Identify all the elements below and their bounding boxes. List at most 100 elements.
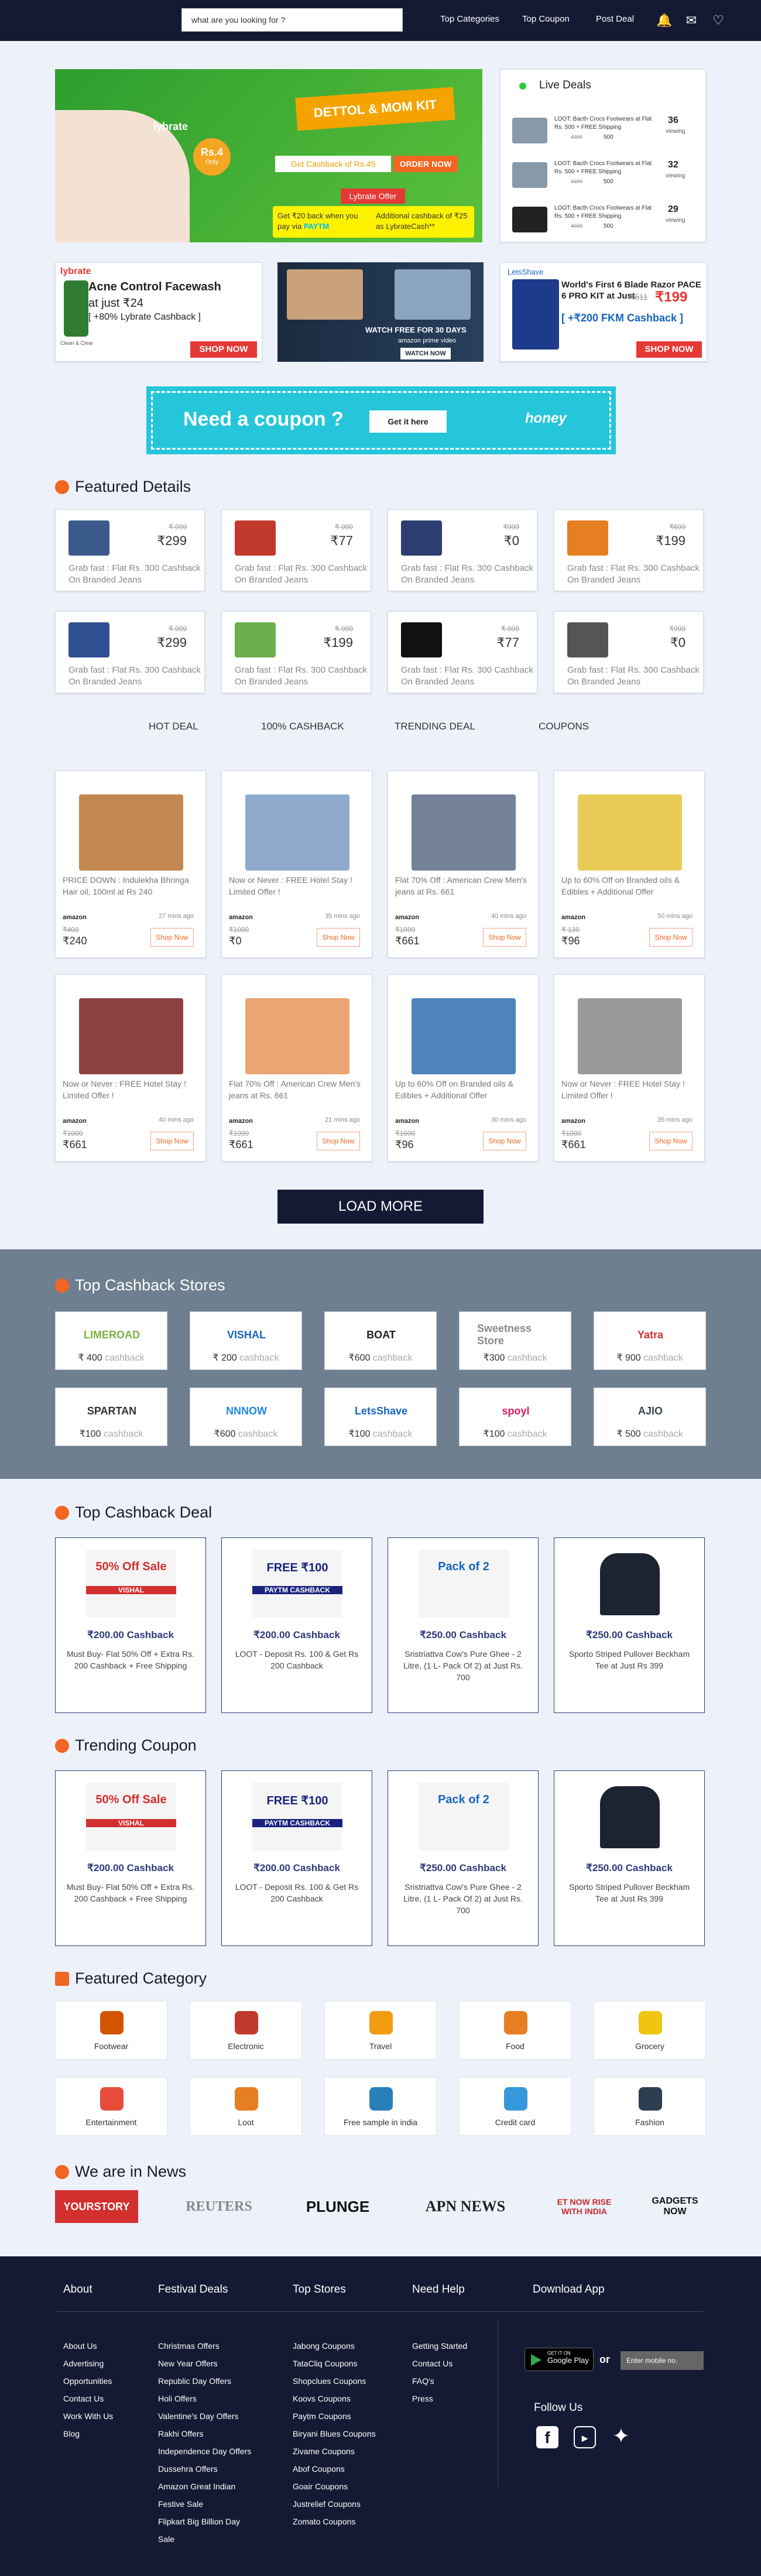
deal-card[interactable]: Up to 60% Off on Branded oils & Edibles … — [388, 974, 539, 1162]
store-card[interactable]: spoyl ₹100 cashback — [459, 1388, 571, 1446]
mobile-number-input[interactable]: Enter mobile no. — [621, 2351, 704, 2370]
featured-card[interactable]: ₹ 999 ₹299 Grab fast : Flat Rs. 300 Cashba… — [55, 611, 205, 693]
featured-card[interactable]: ₹999 ₹0 Grab fast : Flat Rs. 300 Cashback … — [388, 509, 537, 591]
footer-link[interactable]: Justrelief Coupons — [293, 2495, 404, 2513]
search-input[interactable]: what are you looking for ? — [181, 8, 403, 32]
promo-letsshave[interactable]: LetsShave World's First 6 Blade Razor PA… — [500, 262, 707, 362]
twitter-icon[interactable]: ✦ — [608, 2424, 635, 2448]
shop-now-button[interactable]: Shop Now — [150, 1132, 194, 1150]
category-card[interactable]: Entertainment — [55, 2077, 167, 2136]
category-card[interactable]: Electronic — [190, 2001, 302, 2060]
footer-link[interactable]: Biryani Blues Coupons — [293, 2425, 404, 2443]
footer-link[interactable]: Paytm Coupons — [293, 2407, 404, 2425]
store-card[interactable]: LetsShave ₹100 cashback — [324, 1388, 437, 1446]
footer-link[interactable]: Abof Coupons — [293, 2460, 404, 2478]
footer-link[interactable]: Shopclues Coupons — [293, 2372, 404, 2390]
hero-banner[interactable]: lybrate Rs.4 Only DETTOL & MOM KIT Get C… — [55, 69, 482, 242]
footer-link[interactable]: Flipkart Big Billion Day Sale — [158, 2513, 258, 2548]
category-card[interactable]: Loot — [190, 2077, 302, 2136]
store-card[interactable]: LIMEROAD ₹ 400 cashback — [55, 1311, 167, 1370]
shop-now-button[interactable]: Shop Now — [317, 928, 360, 947]
shop-now-button[interactable]: Shop Now — [483, 1132, 526, 1150]
deal-card[interactable]: Up to 60% Off on Branded oils & Edibles … — [554, 770, 705, 958]
footer-link[interactable]: Valentine's Day Offers — [158, 2407, 258, 2425]
youtube-icon[interactable]: ▶ — [574, 2426, 596, 2448]
featured-card[interactable]: ₹ 999 ₹77 Grab fast : Flat Rs. 300 Cashbac… — [221, 509, 371, 591]
footer-link[interactable]: Press — [412, 2390, 523, 2407]
promo-prime-video[interactable]: WATCH FREE FOR 30 DAYS amazon prime vide… — [277, 262, 484, 362]
featured-card[interactable]: ₹ 999 ₹199 Grab fast : Flat Rs. 300 Cashba… — [221, 611, 371, 693]
cashback_deals-card[interactable]: FREE ₹100 PAYTM CASHBACK ₹200.00 Cashback L… — [221, 1537, 372, 1713]
heart-icon[interactable]: ♡ — [709, 12, 727, 29]
deal-card[interactable]: Now or Never : FREE Hotel Stay ! Limited… — [221, 770, 372, 958]
category-card[interactable]: Food — [459, 2001, 571, 2060]
footer-link[interactable]: Amazon Great Indian Festive Sale — [158, 2478, 258, 2513]
category-card[interactable]: Credit card — [459, 2077, 571, 2136]
deal-card[interactable]: Now or Never : FREE Hotel Stay ! Limited… — [554, 974, 705, 1162]
category-card[interactable]: Fashion — [594, 2077, 706, 2136]
promo-lybrate-facewash[interactable]: lybrate Clean & Clear Acne Control Facew… — [55, 262, 262, 362]
live-deal-row[interactable]: LOOT: Bacth Crocs Footwears at Flat Rs. … — [512, 160, 696, 195]
featured-card[interactable]: ₹699 ₹199 Grab fast : Flat Rs. 300 Cashbac… — [554, 509, 704, 591]
deal-card[interactable]: Flat 70% Off : American Crew Men's jeans… — [388, 770, 539, 958]
footer-link[interactable]: Goair Coupons — [293, 2478, 404, 2495]
tab-100-cashback[interactable]: 100% CASHBACK — [261, 721, 344, 732]
bell-icon[interactable]: 🔔 — [656, 12, 673, 29]
hero-order-button[interactable]: ORDER NOW — [393, 156, 458, 172]
tab-trending-deal[interactable]: TRENDING DEAL — [395, 721, 475, 732]
featured-card[interactable]: ₹999 ₹0 Grab fast : Flat Rs. 300 Cashback … — [554, 611, 704, 693]
featured-card[interactable]: ₹ 999 ₹77 Grab fast : Flat Rs. 300 Cashbac… — [388, 611, 537, 693]
deal-card[interactable]: Now or Never : FREE Hotel Stay ! Limited… — [55, 974, 206, 1162]
featured-card[interactable]: ₹ 999 ₹299 Grab fast : Flat Rs. 300 Cashba… — [55, 509, 205, 591]
deal-card[interactable]: Flat 70% Off : American Crew Men's jeans… — [221, 974, 372, 1162]
trending-card[interactable]: Pack of 2 ₹250.00 Cashback Sristriattva Co… — [388, 1770, 539, 1946]
facebook-icon[interactable]: f — [536, 2426, 558, 2448]
deal-card[interactable]: PRICE DOWN : Indulekha Bhringa Hair oil,… — [55, 770, 206, 958]
footer-link[interactable]: Koovs Coupons — [293, 2390, 404, 2407]
promo3-shop-button[interactable]: SHOP NOW — [636, 341, 702, 358]
tab-coupons[interactable]: COUPONS — [539, 721, 589, 732]
footer-link[interactable]: TataCliq Coupons — [293, 2355, 404, 2372]
footer-link[interactable]: Christmas Offers — [158, 2337, 258, 2355]
coupon-get-button[interactable]: Get it here — [369, 410, 447, 433]
load-more-button[interactable]: LOAD MORE — [277, 1190, 484, 1224]
cashback_deals-card[interactable]: 50% Off Sale VISHAL ₹200.00 Cashback Must B… — [55, 1537, 206, 1713]
nav-post-deal[interactable]: Post Deal — [596, 14, 634, 24]
nav-top-categories[interactable]: Top Categories — [440, 14, 499, 24]
footer-link[interactable]: Zomato Coupons — [293, 2513, 404, 2530]
footer-link[interactable]: Zivame Coupons — [293, 2443, 404, 2460]
category-card[interactable]: Footwear — [55, 2001, 167, 2060]
google-play-button[interactable]: GET IT ON Google Play — [525, 2348, 594, 2371]
footer-link[interactable]: Independence Day Offers — [158, 2443, 258, 2460]
footer-link[interactable]: Holi Offers — [158, 2390, 258, 2407]
trending-card[interactable]: 50% Off Sale VISHAL ₹200.00 Cashback Must B… — [55, 1770, 206, 1946]
trending-card[interactable]: FREE ₹100 PAYTM CASHBACK ₹200.00 Cashback L… — [221, 1770, 372, 1946]
category-card[interactable]: Grocery — [594, 2001, 706, 2060]
store-card[interactable]: Sweetness Store ₹300 cashback — [459, 1311, 571, 1370]
cashback_deals-card[interactable]: Pack of 2 ₹250.00 Cashback Sristriattva Co… — [388, 1537, 539, 1713]
cashback_deals-card[interactable]: ₹250.00 Cashback Sporto Striped Pullover … — [554, 1537, 705, 1713]
promo1-shop-button[interactable]: SHOP NOW — [190, 341, 257, 358]
footer-link[interactable]: Republic Day Offers — [158, 2372, 258, 2390]
nav-top-coupon[interactable]: Top Coupon — [522, 14, 570, 24]
trending-card[interactable]: ₹250.00 Cashback Sporto Striped Pullover … — [554, 1770, 705, 1946]
live-deal-row[interactable]: LOOT: Bacth Crocs Footwears at Flat Rs. … — [512, 115, 696, 150]
footer-link[interactable]: Jabong Coupons — [293, 2337, 404, 2355]
store-card[interactable]: BOAT ₹600 cashback — [324, 1311, 437, 1370]
footer-link[interactable]: Contact Us — [412, 2355, 523, 2372]
store-card[interactable]: AJIO ₹ 500 cashback — [594, 1388, 706, 1446]
shop-now-button[interactable]: Shop Now — [483, 928, 526, 947]
footer-link[interactable]: Dussehra Offers — [158, 2460, 258, 2478]
coupon-banner[interactable]: Need a coupon ? Get it here honey — [146, 386, 616, 454]
footer-link[interactable]: Rakhi Offers — [158, 2425, 258, 2443]
category-card[interactable]: Travel — [324, 2001, 437, 2060]
promo2-watch-button[interactable]: WATCH NOW — [400, 348, 451, 359]
shop-now-button[interactable]: Shop Now — [649, 1132, 693, 1150]
store-card[interactable]: SPARTAN ₹100 cashback — [55, 1388, 167, 1446]
footer-link[interactable]: FAQ's — [412, 2372, 523, 2390]
store-card[interactable]: NNNOW ₹600 cashback — [190, 1388, 302, 1446]
tab-hot-deal[interactable]: HOT DEAL — [149, 721, 198, 732]
store-card[interactable]: Yatra ₹ 900 cashback — [594, 1311, 706, 1370]
footer-link[interactable]: Getting Started — [412, 2337, 523, 2355]
mail-icon[interactable]: ✉ — [683, 12, 700, 29]
